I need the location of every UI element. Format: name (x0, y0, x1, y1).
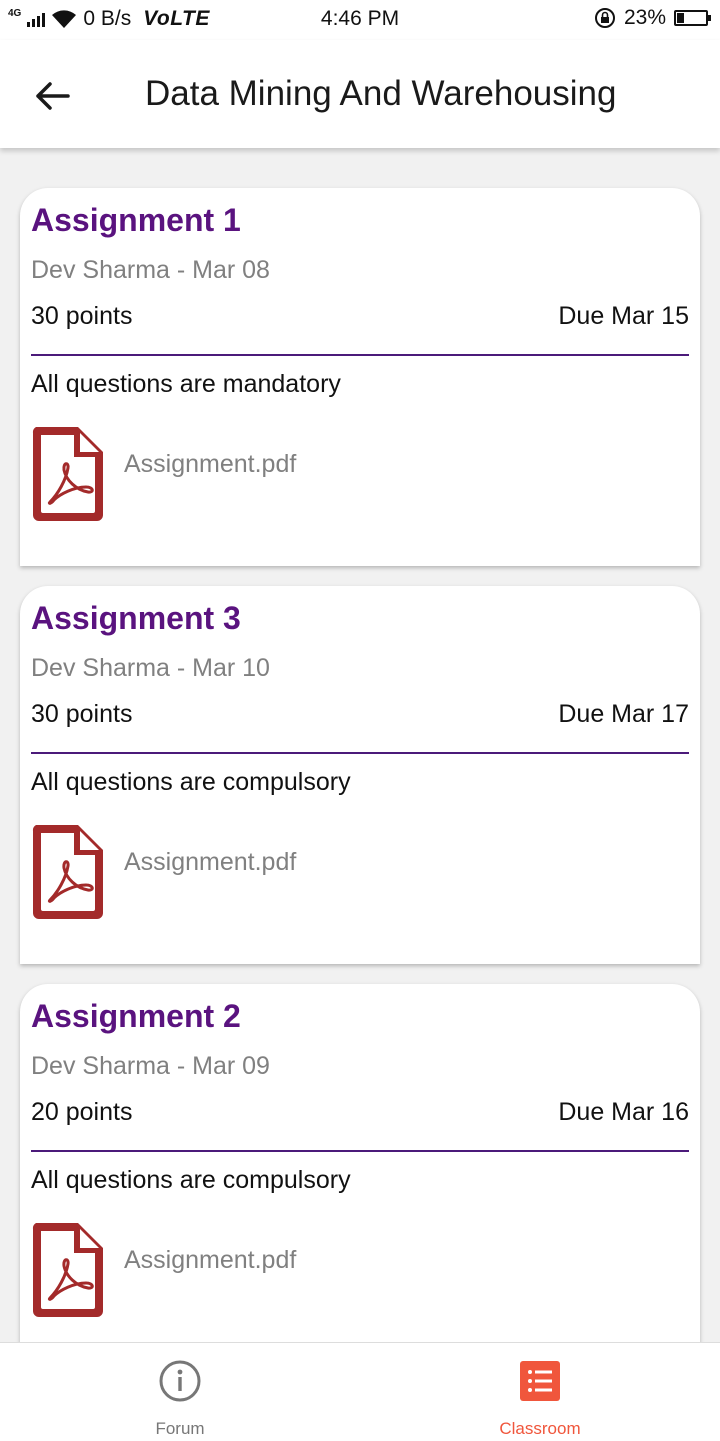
app-bar: Data Mining And Warehousing (0, 40, 720, 148)
assignment-card[interactable]: Assignment 2 Dev Sharma - Mar 09 20 poin… (20, 984, 700, 1342)
nav-label-classroom: Classroom (499, 1419, 581, 1438)
assignment-card[interactable]: Assignment 3 Dev Sharma - Mar 10 30 poin… (20, 586, 700, 964)
assignment-due-date: Due Mar 15 (558, 302, 689, 330)
info-circle-icon (159, 1360, 201, 1402)
assignment-points: 30 points (31, 700, 133, 728)
page-title: Data Mining And Warehousing (145, 74, 617, 113)
attachment-filename: Assignment.pdf (124, 450, 297, 478)
pdf-file-icon (32, 1223, 103, 1317)
pdf-attachment[interactable]: Assignment.pdf (30, 424, 450, 526)
assignment-description: All questions are mandatory (31, 370, 341, 398)
assignment-title: Assignment 1 (31, 202, 241, 238)
assignment-title: Assignment 2 (31, 998, 241, 1034)
list-icon (520, 1361, 560, 1401)
assignment-author-date: Dev Sharma - Mar 08 (31, 256, 270, 284)
nav-item-forum[interactable]: Forum (0, 1343, 360, 1441)
pdf-attachment[interactable]: Assignment.pdf (30, 1220, 450, 1322)
card-divider (31, 1150, 689, 1152)
assignment-points: 30 points (31, 302, 133, 330)
assignment-points: 20 points (31, 1098, 133, 1126)
nav-label-forum: Forum (155, 1419, 205, 1438)
assignment-title: Assignment 3 (31, 600, 241, 636)
nav-item-classroom[interactable]: Classroom (360, 1343, 720, 1441)
assignment-list: Assignment 1 Dev Sharma - Mar 08 30 poin… (0, 148, 720, 1342)
bottom-navigation: Forum Classroom (0, 1342, 720, 1441)
card-divider (31, 752, 689, 754)
pdf-file-icon (32, 825, 103, 919)
pdf-attachment[interactable]: Assignment.pdf (30, 822, 450, 924)
rotation-lock-icon (594, 8, 615, 28)
assignment-due-date: Due Mar 16 (558, 1098, 689, 1126)
status-right: 23% (594, 6, 711, 30)
back-arrow-icon[interactable] (30, 74, 74, 118)
assignment-due-date: Due Mar 17 (558, 700, 689, 728)
card-divider (31, 354, 689, 356)
battery-level (677, 13, 684, 23)
assignment-card[interactable]: Assignment 1 Dev Sharma - Mar 08 30 poin… (20, 188, 700, 566)
battery-percent: 23% (623, 6, 666, 29)
status-bar: 4G 0 B/s VoLTE 4:46 PM 23% (0, 0, 720, 40)
attachment-filename: Assignment.pdf (124, 848, 297, 876)
assignment-author-date: Dev Sharma - Mar 09 (31, 1052, 270, 1080)
attachment-filename: Assignment.pdf (124, 1246, 297, 1274)
assignment-author-date: Dev Sharma - Mar 10 (31, 654, 270, 682)
assignment-description: All questions are compulsory (31, 768, 351, 796)
pdf-file-icon (32, 427, 103, 521)
battery-icon (674, 10, 711, 26)
assignment-description: All questions are compulsory (31, 1166, 351, 1194)
